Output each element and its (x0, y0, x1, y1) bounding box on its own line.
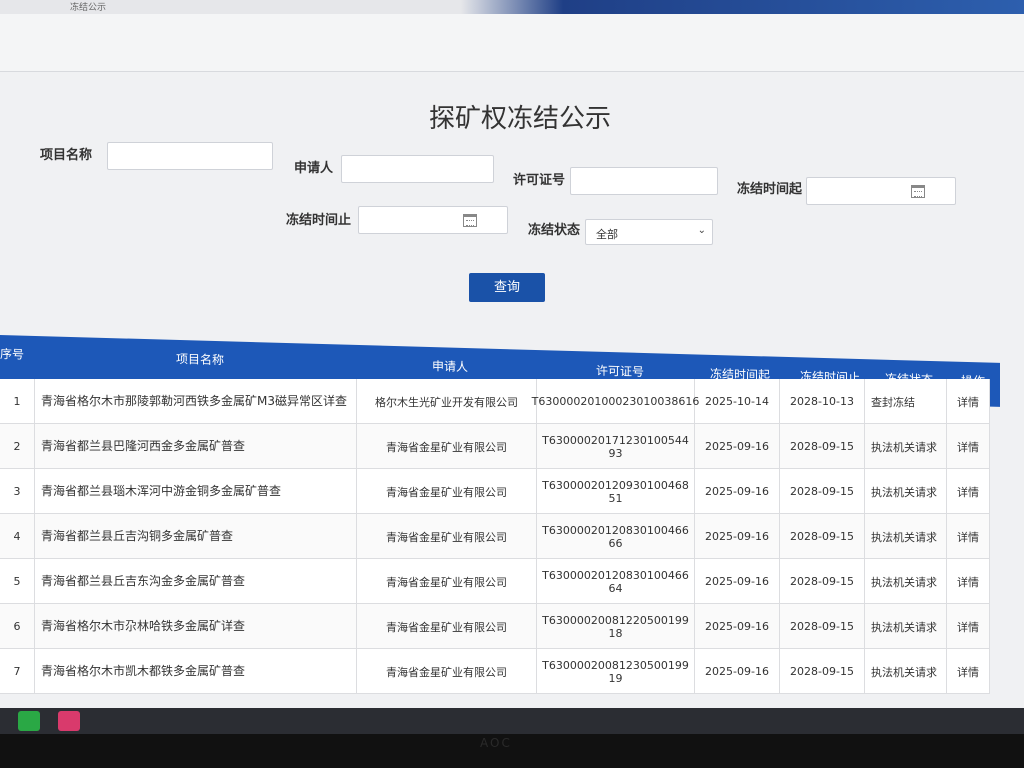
detail-link[interactable]: 详情 (947, 649, 990, 694)
cell-no: 7 (0, 649, 35, 694)
cell-applicant: 青海省金星矿业有限公司 (357, 424, 537, 469)
cell-project-name: 青海省都兰县丘吉东沟金多金属矿普查 (35, 559, 357, 604)
header-license: 许可证号 (595, 363, 644, 379)
cell-freeze-start: 2025-09-16 (695, 604, 780, 649)
header-applicant: 申请人 (431, 359, 468, 375)
wechat-icon[interactable] (18, 711, 40, 731)
cell-license: T63000020120830100466​64 (537, 559, 695, 604)
cell-freeze-end: 2028-09-15 (780, 424, 865, 469)
cell-freeze-status: 执法机关请求 (865, 469, 947, 514)
cell-applicant: 格尔木生光矿业开发有限公司 (357, 379, 537, 424)
cell-project-name: 青海省格尔木市尕林哈铁多金属矿详查 (35, 604, 357, 649)
query-button[interactable]: 查询 (469, 273, 545, 302)
table-row: 7 青海省格尔木市凯木都铁多金属矿普查 青海省金星矿业有限公司 T6300002… (0, 649, 990, 694)
cell-applicant: 青海省金星矿业有限公司 (357, 469, 537, 514)
chevron-down-icon: ⌄ (697, 225, 706, 236)
detail-link[interactable]: 详情 (947, 559, 990, 604)
freeze-end-label: 冻结时间止 (286, 213, 352, 228)
cell-freeze-status: 执法机关请求 (865, 514, 947, 559)
cell-no: 1 (0, 379, 35, 424)
cell-project-name: 青海省都兰县丘吉沟铜多金属矿普查 (35, 514, 357, 559)
app-icon[interactable] (58, 711, 80, 731)
project-name-input[interactable] (107, 142, 273, 170)
cell-freeze-end: 2028-09-15 (780, 604, 865, 649)
calendar-icon[interactable] (463, 214, 477, 227)
cell-project-name: 青海省格尔木市凯木都铁多金属矿普查 (35, 649, 357, 694)
monitor-brand-logo: AOC (480, 736, 512, 750)
top-bar: 冻结公示 (0, 0, 1024, 14)
cell-license: T63000020120830100466​66 (537, 514, 695, 559)
browser-page: 冻结公示 探矿权冻结公示 项目名称 申请人 许可证号 冻结时间起 冻结时间止 冻… (0, 0, 1024, 708)
cell-freeze-start: 2025-09-16 (695, 649, 780, 694)
detail-link[interactable]: 详情 (947, 514, 990, 559)
freeze-status-label: 冻结状态 (528, 223, 581, 238)
detail-link[interactable]: 详情 (947, 379, 990, 424)
cell-freeze-status: 执法机关请求 (865, 559, 947, 604)
cell-no: 6 (0, 604, 35, 649)
license-input[interactable] (570, 167, 718, 195)
page-title: 探矿权冻结公示 (428, 104, 611, 134)
cell-freeze-end: 2028-09-15 (780, 514, 865, 559)
cell-freeze-status: 执法机关请求 (865, 604, 947, 649)
cell-freeze-status: 执法机关请求 (865, 424, 947, 469)
freeze-status-value: 全部 (596, 228, 618, 241)
cell-freeze-start: 2025-09-16 (695, 514, 780, 559)
table-row: 4 青海省都兰县丘吉沟铜多金属矿普查 青海省金星矿业有限公司 T63000020… (0, 514, 990, 559)
cell-freeze-end: 2028-09-15 (780, 469, 865, 514)
cell-project-name: 青海省都兰县瑙木浑河中游金铜多金属矿普查 (35, 469, 357, 514)
cell-applicant: 青海省金星矿业有限公司 (357, 514, 537, 559)
detail-link[interactable]: 详情 (947, 604, 990, 649)
cell-freeze-status: 执法机关请求 (865, 649, 947, 694)
taskbar (0, 708, 1024, 734)
cell-license: T63000020120930100468​51 (537, 469, 695, 514)
freeze-start-label: 冻结时间起 (737, 182, 803, 197)
header-no: 序号 (0, 347, 25, 362)
cell-freeze-start: 2025-09-16 (695, 424, 780, 469)
cell-freeze-end: 2028-09-15 (780, 649, 865, 694)
cell-license: T63000020081230500199​19 (537, 649, 695, 694)
detail-link[interactable]: 详情 (947, 469, 990, 514)
cell-freeze-end: 2028-09-15 (780, 559, 865, 604)
cell-applicant: 青海省金星矿业有限公司 (357, 559, 537, 604)
calendar-icon[interactable] (911, 185, 925, 198)
freeze-start-input[interactable] (806, 177, 956, 205)
cell-license: T63000020171230100544​93 (537, 424, 695, 469)
cell-project-name: 青海省格尔木市那陵郭勒河西铁多金属矿M3磁异常区详查 (35, 379, 357, 424)
project-name-label: 项目名称 (40, 148, 93, 163)
cell-applicant: 青海省金星矿业有限公司 (357, 604, 537, 649)
freeze-end-input[interactable] (358, 206, 508, 234)
applicant-input[interactable] (341, 155, 494, 183)
results-table: 序号 项目名称 申请人 许可证号 冻结时间起 冻结时间止 冻结状态 操作 1 青… (0, 335, 1000, 707)
cell-no: 3 (0, 469, 35, 514)
cell-no: 5 (0, 559, 35, 604)
detail-link[interactable]: 详情 (947, 424, 990, 469)
breadcrumb[interactable]: 冻结公示 (70, 0, 106, 13)
applicant-label: 申请人 (294, 161, 334, 176)
header-strip (0, 14, 1024, 72)
cell-freeze-start: 2025-09-16 (695, 559, 780, 604)
cell-freeze-start: 2025-10-14 (695, 379, 780, 424)
cell-no: 4 (0, 514, 35, 559)
monitor-bezel: AOC (0, 734, 1024, 768)
cell-license: T63000020081220500199​18 (537, 604, 695, 649)
cell-project-name: 青海省都兰县巴隆河西金多金属矿普查 (35, 424, 357, 469)
freeze-status-select[interactable]: 全部 ⌄ (585, 219, 713, 245)
table-row: 3 青海省都兰县瑙木浑河中游金铜多金属矿普查 青海省金星矿业有限公司 T6300… (0, 469, 990, 514)
cell-no: 2 (0, 424, 35, 469)
header-project-name: 项目名称 (175, 351, 224, 368)
table-row: 1 青海省格尔木市那陵郭勒河西铁多金属矿M3磁异常区详查 格尔木生光矿业开发有限… (0, 379, 990, 424)
cell-license: T63000020100023010038616 (532, 379, 699, 424)
license-label: 许可证号 (513, 173, 566, 188)
cell-freeze-start: 2025-09-16 (695, 469, 780, 514)
cell-applicant: 青海省金星矿业有限公司 (357, 649, 537, 694)
table-row: 2 青海省都兰县巴隆河西金多金属矿普查 青海省金星矿业有限公司 T6300002… (0, 424, 990, 469)
table-row: 6 青海省格尔木市尕林哈铁多金属矿详查 青海省金星矿业有限公司 T6300002… (0, 604, 990, 649)
cell-freeze-status: 查封冻结 (865, 379, 947, 424)
cell-freeze-end: 2028-10-13 (780, 379, 865, 424)
table-row: 5 青海省都兰县丘吉东沟金多金属矿普查 青海省金星矿业有限公司 T6300002… (0, 559, 990, 604)
